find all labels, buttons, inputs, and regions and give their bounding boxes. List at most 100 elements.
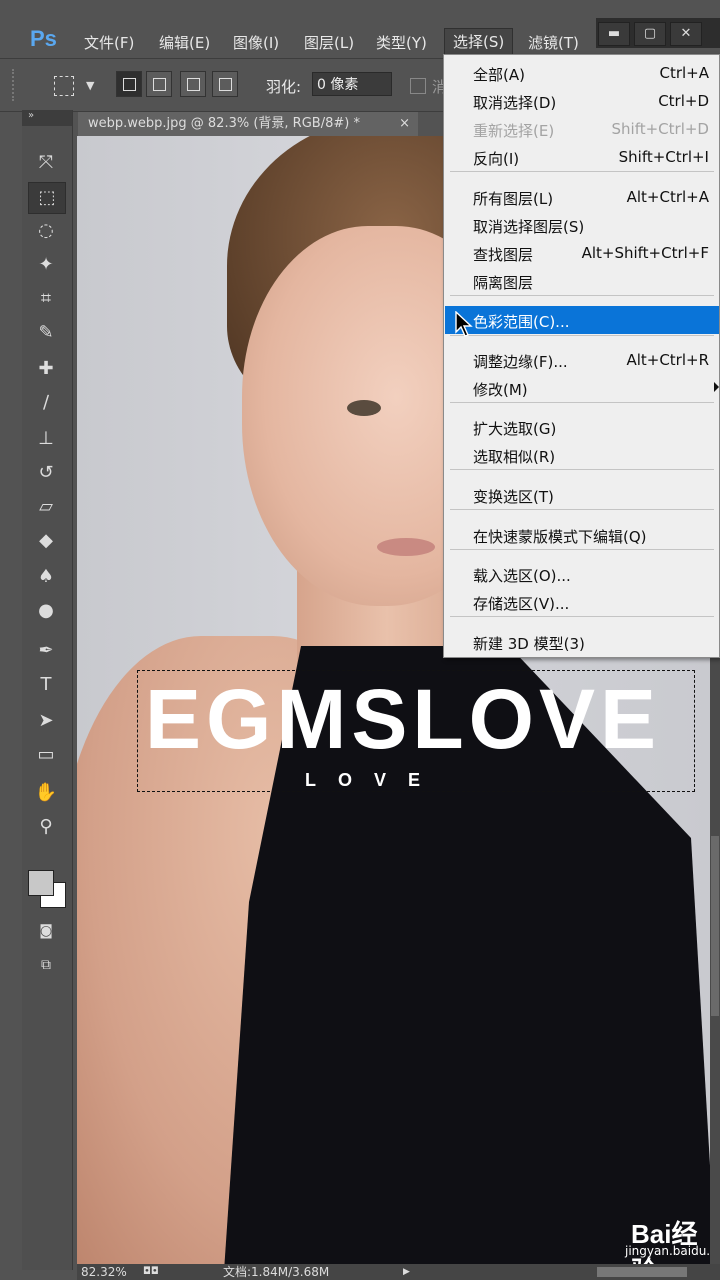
menu-item-shortcut: Shift+Ctrl+D bbox=[611, 120, 709, 138]
menu-item-label: 全部(A) bbox=[473, 66, 525, 84]
horizontal-scroll-thumb[interactable] bbox=[597, 1267, 687, 1277]
select-menu-item[interactable]: 变换选区(T) bbox=[445, 481, 719, 509]
photo-eye bbox=[347, 400, 381, 416]
select-menu-item[interactable]: 全部(A) Ctrl+A bbox=[445, 59, 719, 87]
dodge-tool-icon[interactable]: ● bbox=[28, 596, 64, 626]
menu-item-label: 在快速蒙版模式下编辑(Q) bbox=[473, 528, 647, 546]
brush-tool-icon[interactable]: ∕ bbox=[28, 388, 64, 418]
screen-mode-icon[interactable]: ⧉ bbox=[28, 950, 64, 980]
menu-item-label: 选取相似(R) bbox=[473, 448, 556, 466]
window-controls: ▬ ▢ ✕ bbox=[596, 18, 720, 48]
status-arrow-icon[interactable]: ▶ bbox=[403, 1264, 410, 1280]
close-window-button[interactable]: ✕ bbox=[670, 22, 702, 46]
menu-item-shortcut: Shift+Ctrl+I bbox=[618, 148, 709, 166]
close-document-icon[interactable]: × bbox=[399, 112, 410, 136]
menu-edit[interactable]: 编辑(E) bbox=[159, 32, 210, 53]
menu-select[interactable]: 选择(S) bbox=[444, 28, 514, 55]
type-tool-icon[interactable]: T bbox=[28, 670, 64, 700]
blur-tool-icon[interactable]: ♠ bbox=[28, 562, 64, 592]
path-selection-tool-icon[interactable]: ➤ bbox=[28, 706, 64, 736]
zoom-level[interactable]: 82.32% bbox=[81, 1264, 127, 1280]
status-icon: ◘◘ bbox=[143, 1266, 159, 1277]
select-menu-item[interactable]: 查找图层 Alt+Shift+Ctrl+F bbox=[445, 239, 719, 267]
shape-tool-icon[interactable]: ▭ bbox=[28, 740, 64, 770]
minimize-button[interactable]: ▬ bbox=[598, 22, 630, 46]
select-menu-item[interactable]: 扩大选取(G) bbox=[445, 413, 719, 441]
tool-preset-dropdown-icon[interactable]: ▼ bbox=[86, 79, 94, 92]
menu-separator bbox=[450, 295, 714, 296]
menu-bar: Ps 文件(F) 编辑(E) 图像(I) 图层(L) 类型(Y) 选择(S) 滤… bbox=[0, 0, 720, 58]
zoom-tool-icon[interactable]: ⚲ bbox=[28, 812, 64, 842]
menu-item-label: 修改(M) bbox=[473, 381, 528, 399]
hand-tool-icon[interactable]: ✋ bbox=[28, 778, 64, 808]
select-menu-item[interactable]: 取消选择(D) Ctrl+D bbox=[445, 87, 719, 115]
add-selection-mode-button[interactable] bbox=[146, 71, 172, 97]
marquee-selection[interactable] bbox=[137, 670, 695, 792]
feather-input[interactable]: 0 像素 bbox=[312, 72, 392, 96]
menu-item-shortcut: Alt+Shift+Ctrl+F bbox=[581, 244, 709, 262]
subtract-selection-mode-button[interactable] bbox=[180, 71, 206, 97]
menu-item-shortcut: Alt+Ctrl+A bbox=[626, 188, 709, 206]
photoshop-logo: Ps bbox=[30, 26, 57, 51]
menu-item-label: 取消选择(D) bbox=[473, 94, 557, 112]
eyedropper-tool-icon[interactable]: ✎ bbox=[28, 318, 64, 348]
lasso-tool-icon[interactable]: ◌ bbox=[28, 216, 64, 246]
select-menu-item[interactable]: 修改(M) bbox=[445, 374, 719, 402]
select-menu-item[interactable]: 调整边缘(F)... Alt+Ctrl+R bbox=[445, 346, 719, 374]
eraser-tool-icon[interactable]: ▱ bbox=[28, 492, 64, 522]
tool-preset-marquee-icon[interactable] bbox=[54, 76, 74, 96]
menu-separator bbox=[450, 616, 714, 617]
menu-item-label: 新建 3D 模型(3) bbox=[473, 635, 585, 653]
foreground-color-swatch[interactable] bbox=[28, 870, 54, 896]
vertical-scroll-thumb[interactable] bbox=[711, 836, 719, 1016]
paint-bucket-tool-icon[interactable]: ◆ bbox=[28, 526, 64, 556]
menu-item-label: 载入选区(O)... bbox=[473, 567, 571, 585]
menu-separator bbox=[450, 171, 714, 172]
move-tool-icon[interactable]: ⤧ bbox=[28, 148, 64, 178]
document-tab[interactable]: webp.webp.jpg @ 82.3% (背景, RGB/8#) * × bbox=[78, 112, 418, 136]
intersect-selection-mode-button[interactable] bbox=[212, 71, 238, 97]
select-menu-item[interactable]: 载入选区(O)... bbox=[445, 560, 719, 588]
select-menu-item[interactable]: 色彩范围(C)... bbox=[445, 306, 719, 334]
select-menu-item[interactable]: 隔离图层 bbox=[445, 267, 719, 295]
photo-lips bbox=[377, 538, 435, 556]
menu-layer[interactable]: 图层(L) bbox=[304, 32, 354, 53]
menu-item-shortcut: Ctrl+A bbox=[659, 64, 709, 82]
menu-filter[interactable]: 滤镜(T) bbox=[528, 32, 579, 53]
mouse-cursor-icon bbox=[455, 311, 473, 337]
document-tab-title: webp.webp.jpg @ 82.3% (背景, RGB/8#) * bbox=[88, 116, 360, 131]
options-grip-icon[interactable] bbox=[12, 69, 22, 101]
watermark-url: jingyan.baidu.com bbox=[625, 1244, 710, 1258]
new-selection-mode-button[interactable] bbox=[116, 71, 142, 97]
select-menu-item[interactable]: 新建 3D 模型(3) bbox=[445, 628, 719, 656]
select-menu-item[interactable]: 在快速蒙版模式下编辑(Q) bbox=[445, 521, 719, 549]
select-menu-item[interactable]: 反向(I) Shift+Ctrl+I bbox=[445, 143, 719, 171]
menu-item-shortcut: Ctrl+D bbox=[658, 92, 709, 110]
quick-mask-icon[interactable]: ◙ bbox=[28, 916, 64, 946]
select-menu-item[interactable]: 所有图层(L) Alt+Ctrl+A bbox=[445, 183, 719, 211]
clone-stamp-tool-icon[interactable]: ⊥ bbox=[28, 424, 64, 454]
tools-panel-header[interactable]: » bbox=[22, 110, 72, 126]
rect-marquee-tool-icon[interactable]: ⬚ bbox=[28, 182, 66, 214]
menu-separator bbox=[450, 549, 714, 550]
menu-type[interactable]: 类型(Y) bbox=[376, 32, 427, 53]
submenu-arrow-icon bbox=[714, 382, 719, 392]
history-brush-tool-icon[interactable]: ↺ bbox=[28, 458, 64, 488]
magic-wand-tool-icon[interactable]: ✦ bbox=[28, 250, 64, 280]
pen-tool-icon[interactable]: ✒ bbox=[28, 636, 64, 666]
menu-item-label: 查找图层 bbox=[473, 246, 534, 264]
menu-item-label: 反向(I) bbox=[473, 150, 520, 168]
healing-brush-tool-icon[interactable]: ✚ bbox=[28, 354, 64, 384]
anti-alias-checkbox[interactable] bbox=[410, 78, 426, 94]
select-menu-item[interactable]: 选取相似(R) bbox=[445, 441, 719, 469]
crop-tool-icon[interactable]: ⌗ bbox=[28, 284, 64, 314]
tools-panel: » ⤧ ⬚ ◌ ✦ ⌗ ✎ ✚ ∕ ⊥ ↺ ▱ ◆ ♠ ● ✒ T ➤ ▭ ✋ ⚲ ◙ ⧉ bbox=[22, 110, 73, 1270]
menu-separator bbox=[450, 469, 714, 470]
menu-image[interactable]: 图像(I) bbox=[233, 32, 279, 53]
select-menu-item[interactable]: 取消选择图层(S) bbox=[445, 211, 719, 239]
menu-file[interactable]: 文件(F) bbox=[84, 32, 134, 53]
maximize-button[interactable]: ▢ bbox=[634, 22, 666, 46]
menu-item-shortcut: Alt+Ctrl+R bbox=[626, 351, 709, 369]
select-menu-item[interactable]: 存储选区(V)... bbox=[445, 588, 719, 616]
menu-item-label: 色彩范围(C)... bbox=[473, 313, 570, 331]
